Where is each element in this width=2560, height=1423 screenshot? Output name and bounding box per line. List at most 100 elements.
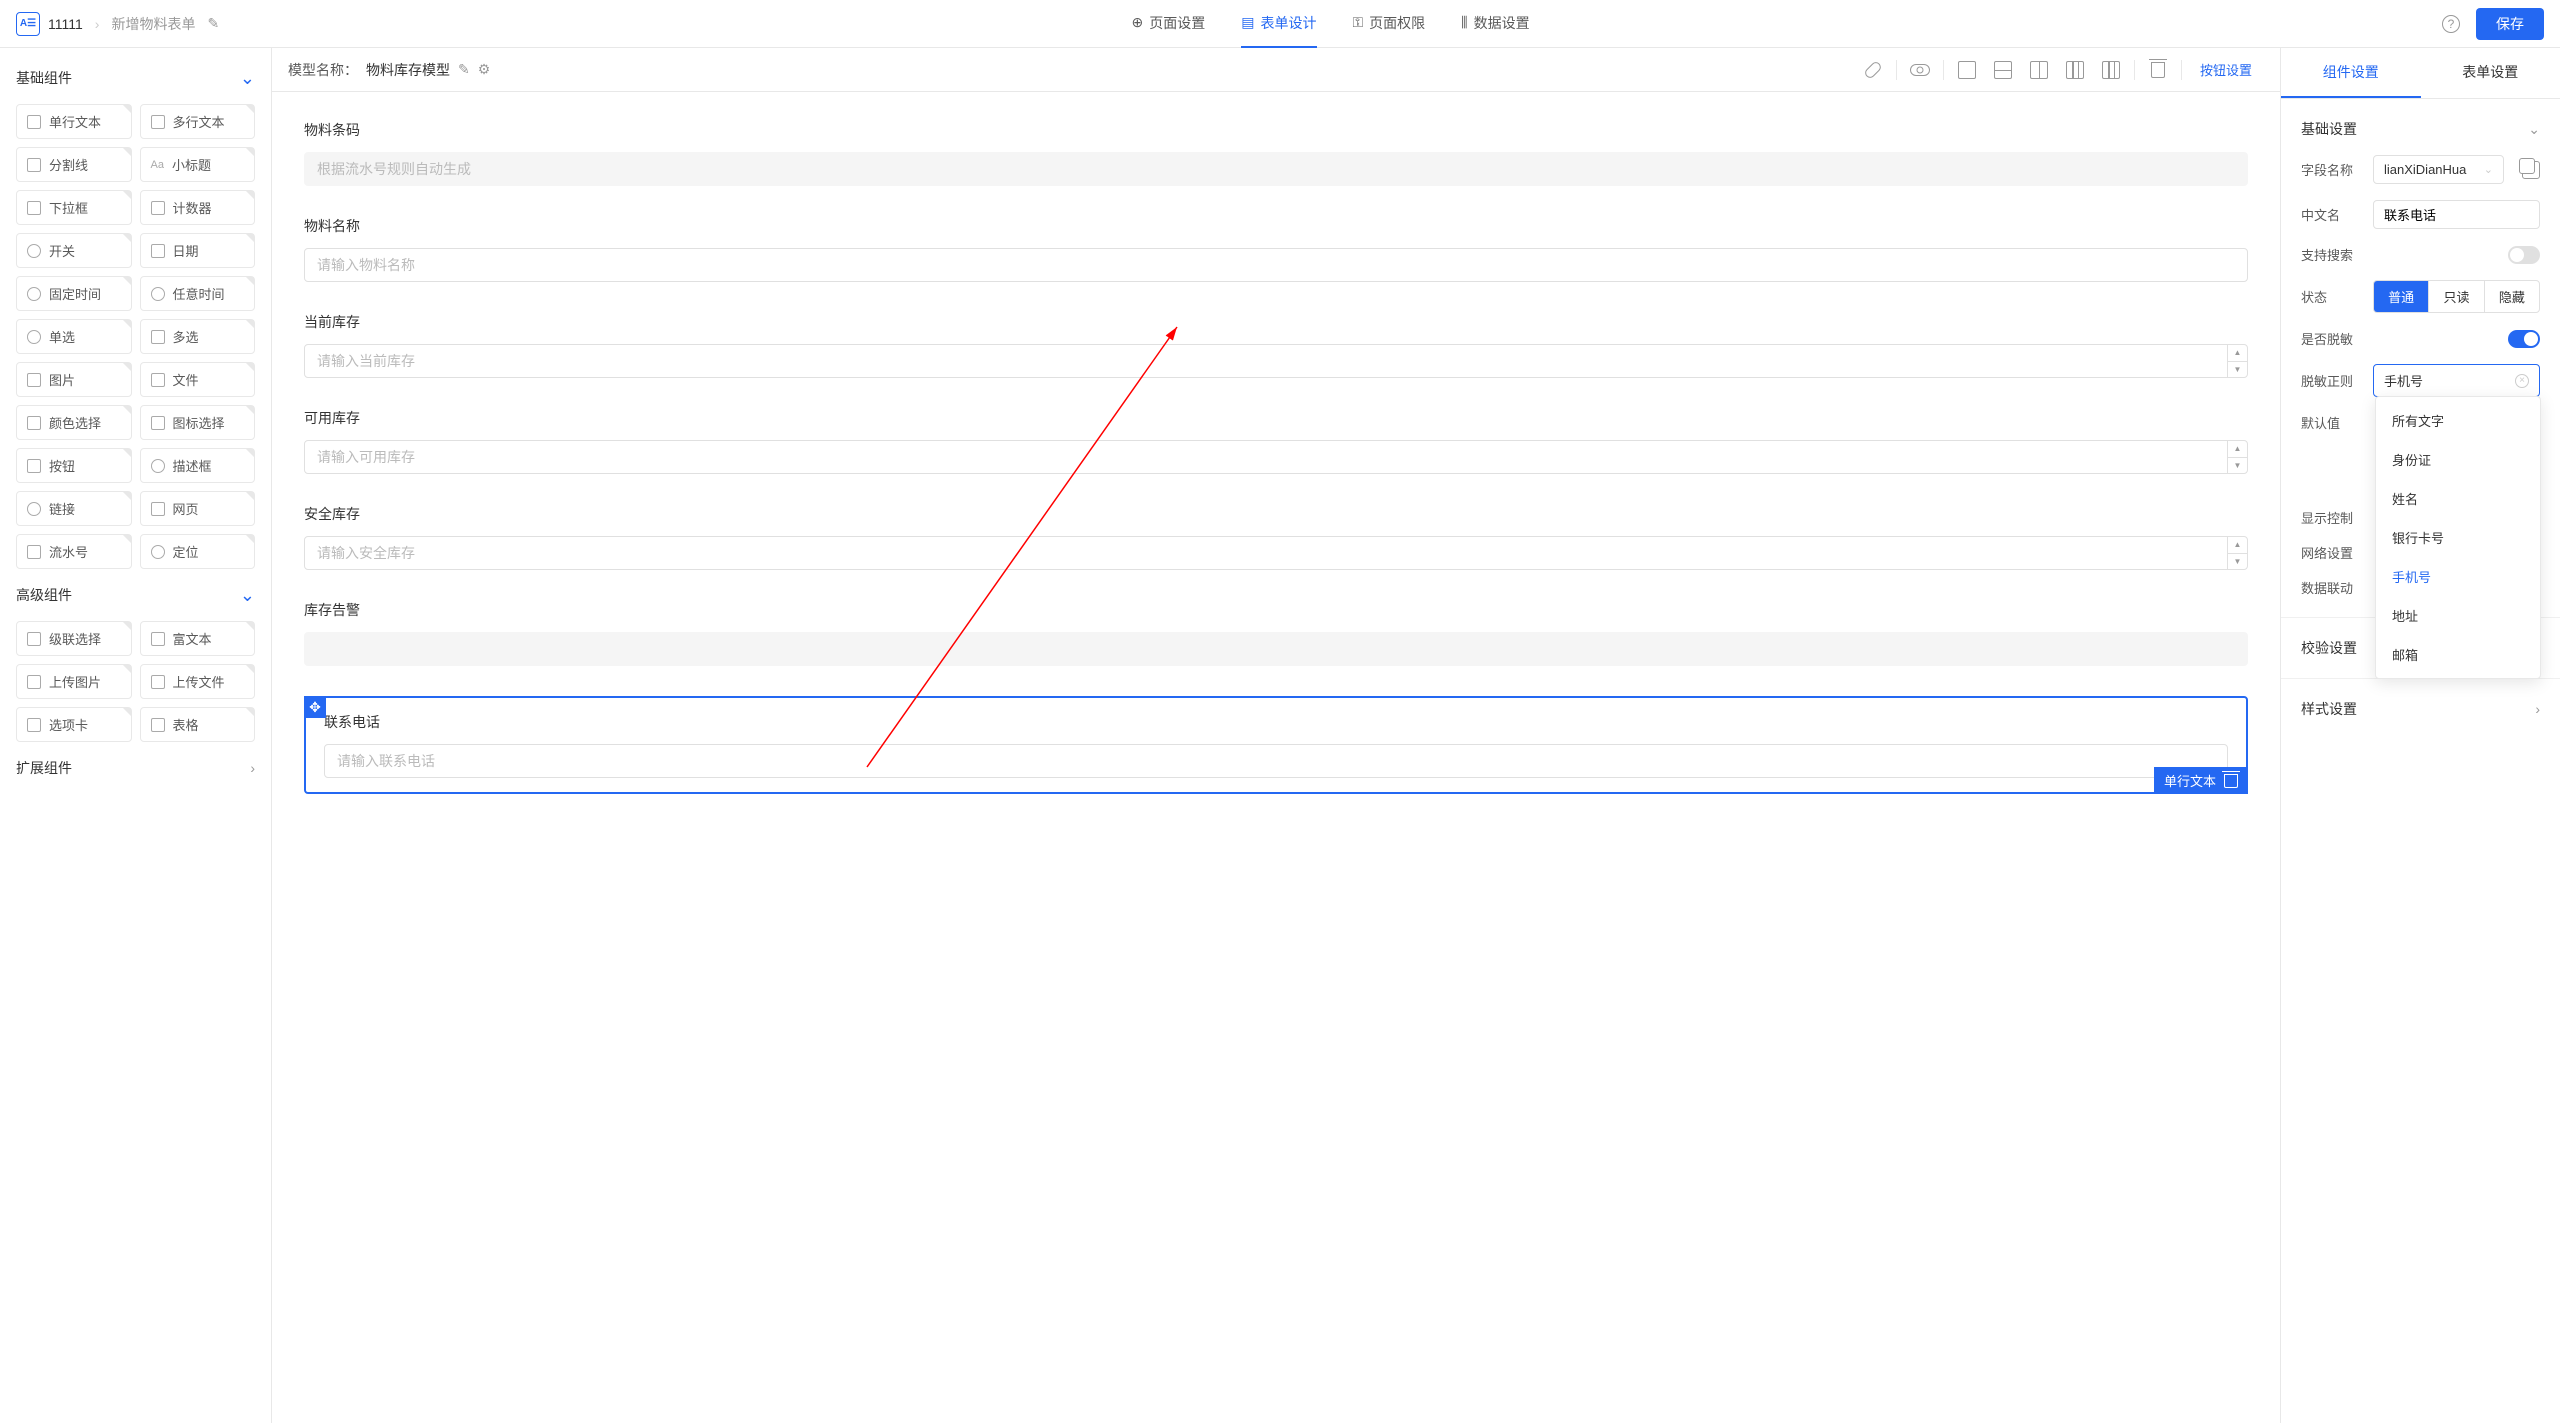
spinner-up-icon[interactable]: ▲ xyxy=(2228,537,2247,554)
status-readonly[interactable]: 只读 xyxy=(2429,281,2484,312)
comp-text-input[interactable]: 单行文本 xyxy=(16,104,132,139)
divider xyxy=(1943,60,1944,80)
copy-icon[interactable] xyxy=(2522,161,2540,179)
field-contact-phone-selected[interactable]: ✥ 联系电话 单行文本 xyxy=(304,696,2248,794)
comp-richtext[interactable]: 富文本 xyxy=(140,621,256,656)
dropdown-option[interactable]: 身份证 xyxy=(2376,440,2540,479)
breadcrumb-current: 新增物料表单 xyxy=(111,14,195,34)
field-safe-stock[interactable]: 安全库存 ▲ ▼ xyxy=(304,504,2248,570)
dropdown-option[interactable]: 所有文字 xyxy=(2376,401,2540,440)
edit-icon[interactable]: ✎ xyxy=(458,61,470,78)
comp-any-time[interactable]: 任意时间 xyxy=(140,276,256,311)
field-input[interactable] xyxy=(324,744,2228,778)
comp-desc[interactable]: 描述框 xyxy=(140,448,256,483)
group-basic-header[interactable]: 基础组件 ⌄ xyxy=(0,60,271,96)
tab-form-settings[interactable]: 表单设置 xyxy=(2421,48,2560,98)
section-basic-header[interactable]: 基础设置 ⌄ xyxy=(2301,111,2540,147)
tab-component-settings[interactable]: 组件设置 xyxy=(2281,48,2421,98)
mask-toggle[interactable] xyxy=(2508,330,2540,348)
group-advanced-header[interactable]: 高级组件 ⌄ xyxy=(0,577,271,613)
comp-serial[interactable]: 流水号 xyxy=(16,534,132,569)
delete-icon[interactable] xyxy=(2224,774,2238,788)
comp-counter[interactable]: 计数器 xyxy=(140,190,256,225)
section-style-header[interactable]: 样式设置 › xyxy=(2301,691,2540,727)
cn-name-input[interactable] xyxy=(2373,200,2540,229)
comp-select[interactable]: 下拉框 xyxy=(16,190,132,225)
field-input[interactable] xyxy=(304,440,2248,474)
field-input[interactable] xyxy=(304,248,2248,282)
canvas-toolbar: 模型名称： 物料库存模型 ✎ ⚙ 按钮设置 xyxy=(272,48,2280,92)
tab-permissions[interactable]: ⚿ 页面权限 xyxy=(1353,0,1426,48)
dropdown-option[interactable]: 邮箱 xyxy=(2376,635,2540,674)
mask-rule-select[interactable]: 手机号 × xyxy=(2373,364,2540,397)
move-handle-icon[interactable]: ✥ xyxy=(304,696,326,718)
tab-data-settings[interactable]: ⫼ 数据设置 xyxy=(1461,0,1529,48)
comp-location[interactable]: 定位 xyxy=(140,534,256,569)
preview-button[interactable] xyxy=(1903,53,1937,87)
canvas-body[interactable]: 物料条码 物料名称 当前库存 ▲ ▼ 可用库存 xyxy=(272,92,2280,1423)
spinner-up-icon[interactable]: ▲ xyxy=(2228,441,2247,458)
field-current-stock[interactable]: 当前库存 ▲ ▼ xyxy=(304,312,2248,378)
spinner-up-icon[interactable]: ▲ xyxy=(2228,345,2247,362)
comp-icon-picker[interactable]: 图标选择 xyxy=(140,405,256,440)
comp-upload-file[interactable]: 上传文件 xyxy=(140,664,256,699)
comp-textarea[interactable]: 多行文本 xyxy=(140,104,256,139)
dropdown-option-selected[interactable]: 手机号 xyxy=(2376,557,2540,596)
tab-form-design[interactable]: ▤ 表单设计 xyxy=(1241,0,1316,48)
help-icon[interactable]: ? xyxy=(2442,15,2460,33)
field-label: 联系电话 xyxy=(324,712,2228,732)
layout-three-left-button[interactable] xyxy=(2058,53,2092,87)
icon-picker-icon xyxy=(151,416,165,430)
comp-heading[interactable]: Aa小标题 xyxy=(140,147,256,182)
comp-upload-image[interactable]: 上传图片 xyxy=(16,664,132,699)
spinner-down-icon[interactable]: ▼ xyxy=(2228,458,2247,474)
search-toggle[interactable] xyxy=(2508,246,2540,264)
comp-link[interactable]: 链接 xyxy=(16,491,132,526)
comp-table[interactable]: 表格 xyxy=(140,707,256,742)
field-material-code[interactable]: 物料条码 xyxy=(304,120,2248,186)
layout-three-right-button[interactable] xyxy=(2094,53,2128,87)
dropdown-option[interactable]: 地址 xyxy=(2376,596,2540,635)
status-hidden[interactable]: 隐藏 xyxy=(2485,281,2539,312)
comp-color-picker[interactable]: 颜色选择 xyxy=(16,405,132,440)
comp-checkbox[interactable]: 多选 xyxy=(140,319,256,354)
field-input[interactable] xyxy=(304,344,2248,378)
field-name-select[interactable]: lianXiDianHua ⌄ xyxy=(2373,155,2504,184)
field-input[interactable] xyxy=(304,536,2248,570)
dropdown-option[interactable]: 银行卡号 xyxy=(2376,518,2540,557)
webpage-icon xyxy=(151,502,165,516)
field-stock-alert[interactable]: 库存告警 xyxy=(304,600,2248,666)
dropdown-option[interactable]: 姓名 xyxy=(2376,479,2540,518)
breadcrumb-root[interactable]: 11111 xyxy=(48,16,83,32)
group-extended-header[interactable]: 扩展组件 › xyxy=(0,750,271,786)
comp-fixed-time[interactable]: 固定时间 xyxy=(16,276,132,311)
status-normal[interactable]: 普通 xyxy=(2374,281,2429,312)
comp-webpage[interactable]: 网页 xyxy=(140,491,256,526)
comp-tabs[interactable]: 选项卡 xyxy=(16,707,132,742)
comp-switch[interactable]: 开关 xyxy=(16,233,132,268)
prop-mask-rule: 脱敏正则 手机号 × 所有文字 身份证 姓名 银行卡号 手机号 地址 邮箱 xyxy=(2301,356,2540,405)
comp-radio[interactable]: 单选 xyxy=(16,319,132,354)
comp-file[interactable]: 文件 xyxy=(140,362,256,397)
field-available-stock[interactable]: 可用库存 ▲ ▼ xyxy=(304,408,2248,474)
comp-date[interactable]: 日期 xyxy=(140,233,256,268)
settings-icon[interactable]: ⚙ xyxy=(478,61,491,78)
comp-cascader[interactable]: 级联选择 xyxy=(16,621,132,656)
clear-icon[interactable]: × xyxy=(2515,374,2529,388)
link-button[interactable] xyxy=(1856,53,1890,87)
tab-page-settings[interactable]: ⊕ 页面设置 xyxy=(1132,0,1206,48)
field-material-name[interactable]: 物料名称 xyxy=(304,216,2248,282)
link-icon xyxy=(27,502,41,516)
button-settings-link[interactable]: 按钮设置 xyxy=(2188,60,2264,79)
spinner-down-icon[interactable]: ▼ xyxy=(2228,554,2247,570)
edit-icon[interactable]: ✎ xyxy=(207,15,219,32)
spinner-down-icon[interactable]: ▼ xyxy=(2228,362,2247,378)
comp-divider[interactable]: 分割线 xyxy=(16,147,132,182)
comp-button[interactable]: 按钮 xyxy=(16,448,132,483)
layout-split-h-button[interactable] xyxy=(1986,53,2020,87)
layout-full-button[interactable] xyxy=(1950,53,1984,87)
comp-image[interactable]: 图片 xyxy=(16,362,132,397)
save-button[interactable]: 保存 xyxy=(2476,8,2544,40)
delete-button[interactable] xyxy=(2141,53,2175,87)
layout-split-v-button[interactable] xyxy=(2022,53,2056,87)
